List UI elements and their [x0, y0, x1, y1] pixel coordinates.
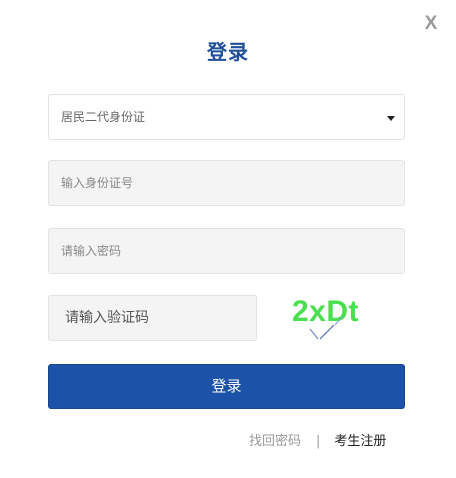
captcha-noise-lines: [309, 316, 343, 340]
captcha-input[interactable]: 请输入验证码: [48, 295, 257, 341]
id-number-placeholder: 输入身份证号: [61, 176, 134, 190]
id-type-select[interactable]: 居民二代身份证: [48, 94, 405, 140]
page-title: 登录: [207, 40, 249, 64]
id-number-input[interactable]: 输入身份证号: [48, 160, 405, 206]
close-icon[interactable]: X: [423, 14, 439, 34]
login-button[interactable]: 登录: [48, 364, 405, 409]
caret-down-icon: [387, 116, 395, 121]
link-separator: |: [316, 434, 321, 449]
footer-links: 找回密码 | 考生注册: [249, 430, 386, 449]
password-input[interactable]: 请输入密码: [48, 228, 405, 274]
password-placeholder: 请输入密码: [61, 244, 122, 258]
id-type-selected-value: 居民二代身份证: [61, 110, 146, 124]
captcha-image[interactable]: 2xDt: [290, 295, 374, 341]
captcha-placeholder: 请输入验证码: [65, 310, 149, 326]
register-link[interactable]: 考生注册: [334, 434, 386, 449]
forgot-password-link[interactable]: 找回密码: [249, 434, 301, 449]
